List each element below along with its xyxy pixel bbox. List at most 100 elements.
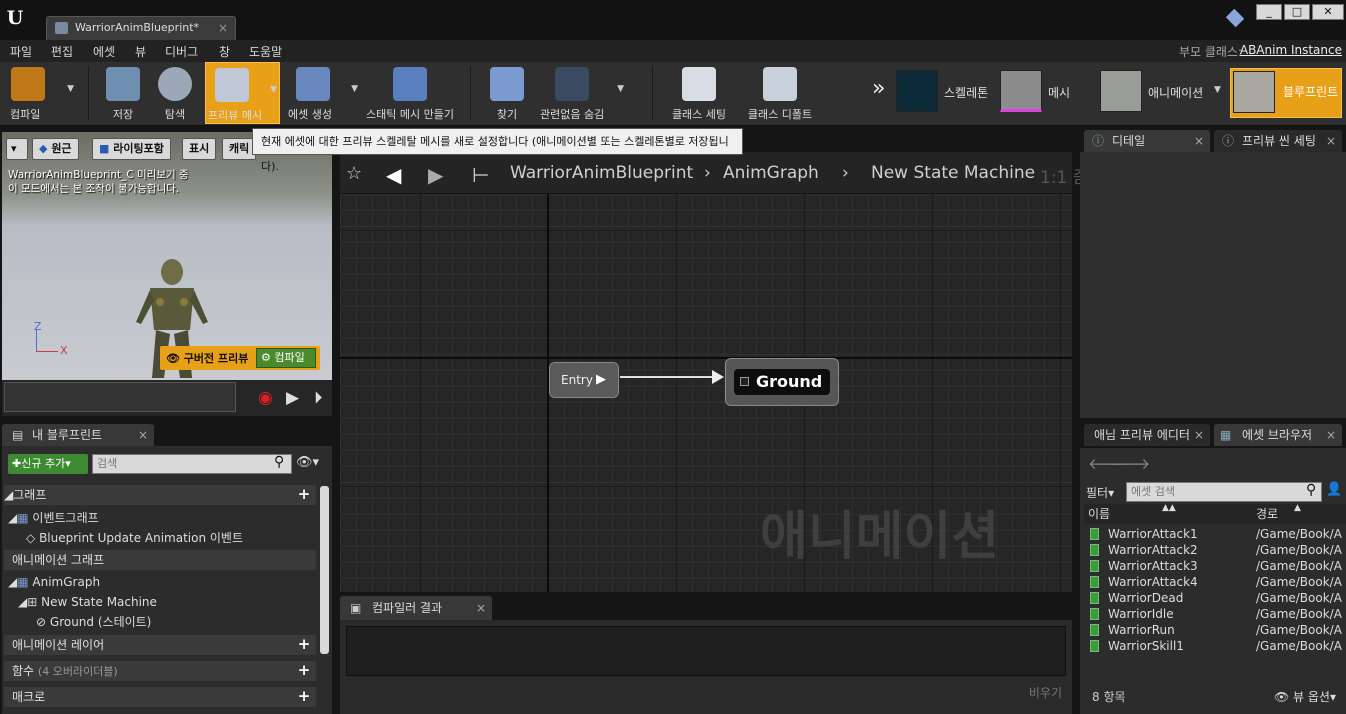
more-modes-icon[interactable]: »	[872, 76, 885, 101]
add-function-icon[interactable]: +	[296, 663, 312, 679]
viewport-options-button[interactable]: ▾	[6, 138, 28, 160]
tree-scrollbar[interactable]	[320, 486, 329, 654]
class-settings-button[interactable]: 클래스 세팅	[664, 62, 734, 124]
preview-mesh-dropdown-icon[interactable]: ▼	[270, 85, 277, 95]
menu-view[interactable]: 뷰	[135, 43, 146, 60]
sort-path-icon[interactable]: ▲	[1294, 498, 1301, 518]
asset-row[interactable]: WarriorAttack1/Game/Book/A	[1088, 526, 1346, 542]
view-options-button[interactable]: 👁 뷰 옵션▾	[1274, 688, 1336, 705]
asset-row[interactable]: WarriorDead/Game/Book/A	[1088, 590, 1346, 606]
asset-browser-tab[interactable]: ▦ 에셋 브라우저 ×	[1214, 424, 1342, 446]
record-icon[interactable]: ◉	[258, 388, 273, 408]
close-compiler-icon[interactable]: ×	[476, 596, 486, 620]
document-tab[interactable]: WarriorAnimBlueprint* ×	[46, 16, 236, 40]
section-anim-layers[interactable]: 애니메이션 레이어 +	[4, 635, 316, 655]
source-control-icon[interactable]	[1225, 8, 1245, 28]
ground-state-node[interactable]: Ground	[725, 358, 839, 406]
show-button[interactable]: 표시	[182, 138, 217, 160]
mode-blueprint[interactable]: 블루프린트	[1230, 68, 1342, 118]
menu-debug[interactable]: 디버그	[165, 43, 198, 60]
anim-preview-editor-tab[interactable]: 애님 프리뷰 에디터 ×	[1084, 424, 1210, 446]
entry-node[interactable]: Entry ▶	[549, 362, 619, 398]
user-filter-icon[interactable]: 👤	[1326, 482, 1342, 497]
favorite-star-icon[interactable]: ☆	[346, 163, 362, 184]
breadcrumb-animgraph[interactable]: AnimGraph	[723, 163, 819, 183]
play-icon[interactable]: ▶	[286, 388, 299, 408]
menu-asset[interactable]: 에셋	[93, 43, 115, 60]
column-path[interactable]: 경로	[1256, 504, 1278, 524]
tree-ground-state[interactable]: ⊘ Ground (스테이트)	[4, 612, 316, 632]
blueprint-search-input[interactable]: 검색	[92, 454, 292, 474]
breadcrumb-blueprint[interactable]: WarriorAnimBlueprint	[510, 163, 693, 183]
lighting-button[interactable]: ■ 라이팅포함	[92, 138, 171, 160]
close-tab-icon[interactable]: ×	[218, 17, 228, 39]
play-loop-icon[interactable]: ⏵	[314, 388, 323, 408]
preview-scene-settings-tab[interactable]: ⓘ 프리뷰 씬 세팅 ×	[1214, 130, 1342, 152]
my-blueprint-tab[interactable]: ▤ 내 블루프린트 ×	[2, 424, 154, 446]
close-asset-browser-icon[interactable]: ×	[1326, 424, 1336, 446]
add-anim-layer-icon[interactable]: +	[296, 637, 312, 653]
sort-name-icon[interactable]: ▲▲	[1162, 498, 1176, 518]
menu-help[interactable]: 도움말	[249, 43, 282, 60]
animation-dropdown-icon[interactable]: ▼	[1214, 85, 1221, 95]
add-macro-icon[interactable]: +	[296, 689, 312, 705]
viewport-compile-button[interactable]: ⚙ 컴파일	[256, 348, 316, 368]
save-button[interactable]: 저장	[98, 62, 148, 124]
asset-row[interactable]: WarriorAttack3/Game/Book/A	[1088, 558, 1346, 574]
find-button[interactable]: 찾기	[482, 62, 532, 124]
browse-button[interactable]: 탐색	[150, 62, 200, 124]
class-defaults-button[interactable]: 클래스 디폴트	[740, 62, 820, 124]
eye-visibility-icon[interactable]: 👁▾	[296, 455, 319, 470]
close-my-blueprint-icon[interactable]: ×	[138, 424, 148, 446]
mode-skeleton[interactable]: 스켈레톤	[896, 70, 998, 116]
add-graph-icon[interactable]: +	[296, 487, 312, 503]
asset-search-input[interactable]: 에셋 검색	[1126, 482, 1322, 502]
tree-bp-update-event[interactable]: ◇ Blueprint Update Animation 이벤트	[4, 528, 316, 548]
asset-row[interactable]: WarriorSkill1/Game/Book/A	[1088, 638, 1346, 654]
perspective-button[interactable]: ◆ 원근	[32, 138, 79, 160]
asset-row[interactable]: WarriorIdle/Game/Book/A	[1088, 606, 1346, 622]
create-asset-button[interactable]: 에셋 생성 ▼	[284, 62, 360, 124]
maximize-button[interactable]: □	[1284, 4, 1310, 20]
menu-window[interactable]: 창	[219, 43, 230, 60]
filter-button[interactable]: 필터▾	[1086, 484, 1114, 501]
mode-animation[interactable]: 애니메이션 ▼	[1100, 70, 1226, 116]
menu-edit[interactable]: 편집	[51, 43, 73, 60]
preview-mesh-button[interactable]: 프리뷰 메시 ▼	[205, 62, 280, 124]
tree-anim-graph[interactable]: ◢▦ AnimGraph	[4, 572, 316, 592]
mode-mesh[interactable]: 메시	[1000, 70, 1084, 116]
hide-unrelated-button[interactable]: 관련없음 숨김 ▼	[536, 62, 626, 124]
breadcrumb-state-machine[interactable]: New State Machine	[871, 163, 1035, 183]
make-static-mesh-button[interactable]: 스태틱 메시 만들기	[360, 62, 460, 124]
history-forward-icon[interactable]: 🡒	[1110, 454, 1150, 473]
column-name[interactable]: 이름	[1088, 504, 1110, 524]
tree-state-machine[interactable]: ◢⊞ New State Machine	[4, 592, 316, 612]
parent-class-link[interactable]: ABAnim Instance	[1240, 43, 1342, 57]
menu-file[interactable]: 파일	[10, 43, 32, 60]
preview-viewport[interactable]: ▾ ◆ 원근 ■ 라이팅포함 표시 캐릭 WarriorAnimBlueprin…	[2, 132, 332, 380]
compile-button[interactable]: 컴파일 ▼	[2, 62, 76, 124]
close-button[interactable]: ✕	[1312, 4, 1344, 20]
section-graphs[interactable]: ◢그래프 +	[4, 485, 316, 505]
clear-button[interactable]: 비우기	[1029, 684, 1062, 701]
compiler-results-tab[interactable]: ▣ 컴파일러 결과 ×	[340, 596, 492, 620]
create-asset-dropdown-icon[interactable]: ▼	[351, 84, 358, 94]
section-macros[interactable]: 매크로 +	[4, 687, 316, 707]
section-anim-graphs[interactable]: 애니메이션 그래프	[4, 550, 316, 570]
asset-row[interactable]: WarriorAttack4/Game/Book/A	[1088, 574, 1346, 590]
section-functions[interactable]: 함수 (4 오버라이더블) +	[4, 661, 316, 681]
animation-timeline[interactable]	[4, 382, 236, 412]
hide-unrelated-dropdown-icon[interactable]: ▼	[617, 84, 624, 94]
entry-exec-pin-icon[interactable]: ▶	[596, 363, 606, 397]
back-arrow-icon[interactable]: ◀	[386, 163, 401, 187]
details-tab[interactable]: ⓘ 디테일 ×	[1084, 130, 1210, 152]
asset-row[interactable]: WarriorRun/Game/Book/A	[1088, 622, 1346, 638]
add-new-button[interactable]: ✚신규 추가▾	[8, 454, 88, 474]
compile-dropdown-icon[interactable]: ▼	[67, 84, 74, 94]
forward-arrow-icon[interactable]: ▶	[428, 163, 443, 187]
anim-graph-canvas[interactable]: Entry ▶ Ground 애니메이션	[340, 194, 1072, 592]
asset-row[interactable]: WarriorAttack2/Game/Book/A	[1088, 542, 1346, 558]
close-details-icon[interactable]: ×	[1194, 130, 1204, 152]
close-preview-scene-icon[interactable]: ×	[1326, 130, 1336, 152]
close-anim-preview-icon[interactable]: ×	[1194, 424, 1204, 446]
